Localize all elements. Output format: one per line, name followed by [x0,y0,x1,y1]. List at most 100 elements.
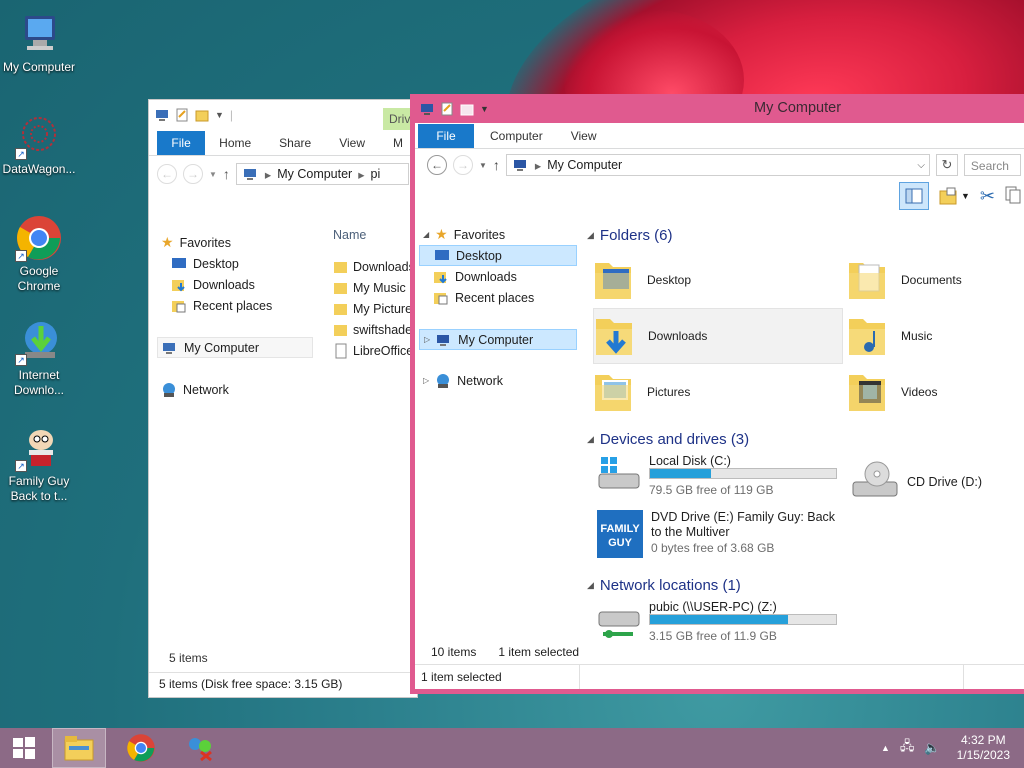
recent-places-icon [433,290,449,306]
nav-my-computer[interactable]: My Computer [157,337,313,358]
drive-free-space: 79.5 GB free of 119 GB [649,483,774,497]
cd-drive-icon [851,460,899,503]
nav-downloads[interactable]: Downloads [419,266,577,287]
desktop-icon-google-chrome[interactable]: ↗ Google Chrome [0,214,78,294]
desktop-icon-family-guy[interactable]: ↗ Family Guy Back to t... [0,424,78,504]
folder-documents[interactable]: Documents [847,252,1024,308]
copy-icon[interactable] [1005,186,1021,207]
new-folder-button[interactable]: ▼ [939,187,970,205]
nav-network[interactable]: ▷ Network [419,370,577,391]
collapse-arrow-icon[interactable]: ◢ [423,230,429,239]
refresh-button[interactable]: ↻ [935,154,958,176]
network-icon [435,373,451,389]
family-guy-icon: ↗ [15,424,63,472]
devices-section-header[interactable]: ◢ Devices and drives (3) [587,428,1024,450]
up-button[interactable]: ↑ [223,166,230,182]
network-section-header[interactable]: ◢ Network locations (1) [587,574,1024,596]
search-input[interactable]: Search [963,154,1021,176]
up-button[interactable]: ↑ [493,157,500,173]
network-status-icon[interactable]: 🖧 [900,737,915,759]
drive-name: Local Disk (C:) [649,454,731,468]
tab-view[interactable]: View [559,124,609,148]
taskbar-chrome[interactable] [114,728,168,768]
back-button[interactable]: ← [427,155,447,175]
file-row[interactable]: My Music [333,277,419,298]
desktop-icon [171,256,187,272]
drive-usage-bar [649,614,837,625]
expand-arrow-icon[interactable]: ▷ [424,335,430,344]
drive-e[interactable]: FAMILY GUY DVD Drive (E:) Family Guy: Bac… [597,510,841,561]
address-bar[interactable]: ▸ My Computer ⌵ [505,154,930,176]
nav-downloads[interactable]: Downloads [157,274,317,295]
clock[interactable]: 4:32 PM 1/15/2023 [957,733,1010,763]
tab-file[interactable]: File [157,131,206,155]
pictures-folder-icon [593,369,633,416]
qat-dropdown-icon[interactable]: ▼ [215,110,224,120]
nav-desktop[interactable]: Desktop [419,245,577,266]
start-button[interactable] [0,728,48,768]
desktop-icon-my-computer[interactable]: My Computer [0,10,78,75]
column-header-name[interactable]: Name [333,228,419,248]
recent-locations-icon[interactable]: ▼ [479,161,487,170]
tab-view[interactable]: View [325,131,379,155]
qat-dropdown-icon[interactable]: ▼ [480,104,489,114]
tab-share[interactable]: Share [265,131,325,155]
desktop-icon-datawagon[interactable]: ↗ DataWagon... [0,112,78,177]
nav-network[interactable]: Network [157,379,317,400]
tab-home[interactable]: Home [205,131,265,155]
address-dropdown-icon[interactable]: ⌵ [917,160,925,171]
local-disk-icon [597,454,641,497]
file-row[interactable]: Downloads [333,256,419,277]
taskbar-file-explorer[interactable] [52,728,106,768]
computer-small-icon [162,340,178,356]
folder-downloads[interactable]: Downloads [593,308,843,364]
properties-icon[interactable] [440,102,454,116]
folder-desktop[interactable]: Desktop [593,252,847,308]
folder-videos[interactable]: Videos [847,364,1024,420]
drive-c[interactable]: Local Disk (C:) 79.5 GB free of 119 GB [597,454,837,497]
drive-d[interactable]: CD Drive (D:) [851,460,982,503]
network-drive-z[interactable]: pubic (\\USER-PC) (Z:) 3.15 GB free of 1… [597,600,1024,645]
forward-button[interactable]: → [453,155,473,175]
folder-music[interactable]: Music [847,308,1024,364]
item-count: 10 items [431,645,477,659]
folder-pictures[interactable]: Pictures [593,364,847,420]
cut-icon[interactable]: ✂ [980,186,995,207]
computer-small-icon [155,108,169,122]
preview-pane-button[interactable] [898,182,929,210]
address-tail: pi [370,167,381,181]
nav-desktop[interactable]: Desktop [157,253,317,274]
properties-icon[interactable] [175,108,189,122]
recent-locations-icon[interactable]: ▼ [209,170,217,179]
expand-arrow-icon[interactable]: ▷ [423,376,429,385]
nav-recent-places[interactable]: Recent places [157,295,317,316]
taskbar-network-app[interactable] [172,728,226,768]
folder-icon [333,322,349,338]
tab-file[interactable]: File [418,124,474,148]
address-bar[interactable]: ▸ My Computer ▸ pi [235,163,409,185]
desktop: My Computer ↗ DataWagon... ↗ Google Chro… [0,0,1024,728]
new-folder-icon[interactable] [460,102,474,116]
devices-grid: Local Disk (C:) 79.5 GB free of 119 GB C… [587,454,1024,574]
nav-favorites[interactable]: ★ Favorites [157,232,317,253]
command-bar: ▼ ✂ [415,181,1024,211]
title-bar[interactable]: ▼ | Driv [149,100,417,130]
file-row[interactable]: My Pictures [333,298,419,319]
nav-recent-places[interactable]: Recent places [419,287,577,308]
explorer-window-back[interactable]: ▼ | Driv File Home Share View M ← → ▼ ↑ … [148,99,418,698]
forward-button[interactable]: → [183,164,203,184]
show-hidden-icons-icon[interactable]: ▲ [881,743,890,753]
desktop-icon-internet-download-manager[interactable]: ↗ Internet Downlo... [0,318,78,398]
explorer-window-my-computer[interactable]: ▼ My Computer File Computer View ← → ▼ ↑… [410,94,1024,694]
nav-my-computer[interactable]: ▷ My Computer [419,329,577,350]
folders-section-header[interactable]: ◢ Folders (6) [587,224,1024,246]
nav-favorites[interactable]: ◢ ★ Favorites [419,224,577,245]
new-folder-icon[interactable] [195,108,209,122]
file-row[interactable]: LibreOffice [333,340,419,361]
title-bar[interactable]: ▼ My Computer [414,94,1024,123]
file-row[interactable]: swiftshader [333,319,419,340]
tab-computer[interactable]: Computer [474,124,559,148]
drive-name: CD Drive (D:) [907,474,982,489]
volume-icon[interactable]: 🔈 [924,740,940,756]
back-button[interactable]: ← [157,164,177,184]
